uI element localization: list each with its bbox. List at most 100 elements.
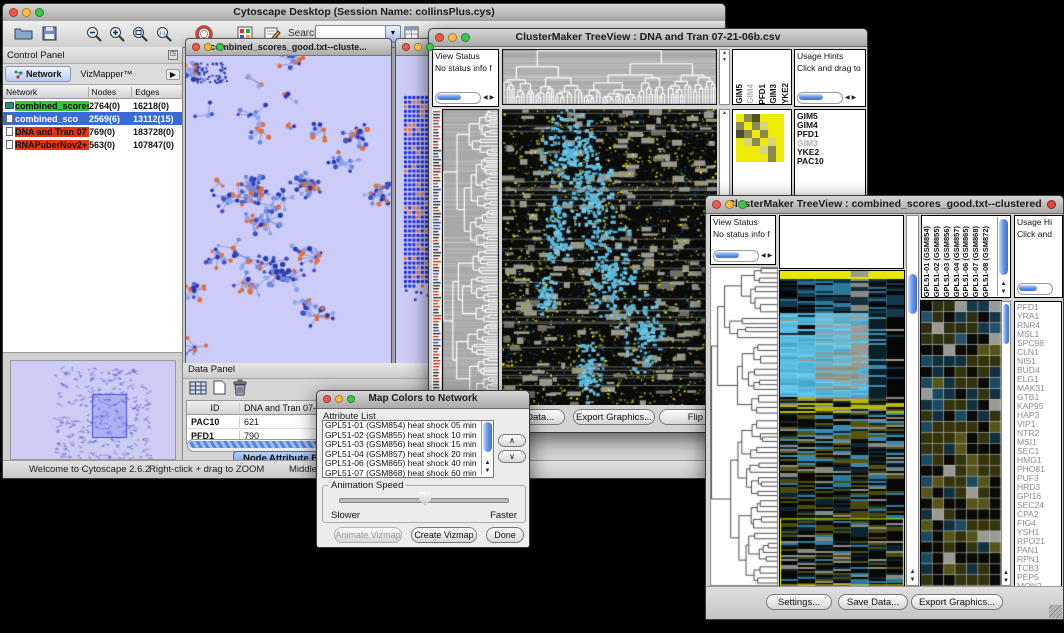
scroll-up-arrow[interactable]: ▲	[482, 460, 493, 466]
tv2-view-status-line1: View Status	[711, 216, 775, 228]
treeview2-titlebar[interactable]: ClusterMaker TreeView : combined_scores_…	[706, 196, 1063, 214]
tv1-correlation-matrix[interactable]	[736, 114, 784, 162]
zoom-fit-button[interactable]	[129, 24, 151, 44]
delete-attribute-button[interactable]	[232, 379, 248, 401]
tv1-status-scrollbar[interactable]: ◀ ▶	[435, 92, 494, 104]
array-column-label: GPL51-02 (GSM855)	[933, 226, 942, 297]
animate-vizmap-button[interactable]: Animate Vizmap	[334, 527, 402, 543]
tv2-usage-scrollbar[interactable]	[1017, 283, 1053, 295]
close-button[interactable]	[435, 33, 444, 42]
dialog-titlebar[interactable]: Map Colors to Network	[317, 391, 529, 409]
network-canvas[interactable]	[186, 56, 391, 364]
scroll-right-arrow[interactable]: ▶	[852, 95, 857, 101]
new-attribute-button[interactable]	[213, 380, 226, 400]
move-up-button[interactable]: ∧	[498, 434, 526, 447]
trash-icon	[232, 379, 248, 396]
close-button[interactable]	[192, 43, 200, 51]
network-row[interactable]: combined_scores 2764(0) 16218(0)	[3, 99, 182, 112]
scroll-up-arrow[interactable]: ▲	[907, 569, 918, 575]
zoom-button[interactable]	[461, 33, 470, 42]
zoom-selected-button[interactable]: 1:1	[153, 24, 175, 44]
attribute-item[interactable]: GPL51-07 (GSM868) heat shock 60 min	[323, 469, 480, 479]
scroll-left-arrow[interactable]: ◀	[761, 253, 766, 259]
network-view-window-controls	[192, 43, 224, 51]
done-button[interactable]: Done	[486, 527, 524, 543]
tv2-row-dendrogram[interactable]	[710, 267, 778, 586]
tv2-status-scrollbar[interactable]: ◀ ▶	[713, 250, 772, 262]
minimize-button[interactable]	[22, 8, 31, 17]
tv2-save-data-button[interactable]: Save Data...	[838, 594, 908, 610]
zoom-in-button[interactable]	[106, 24, 128, 44]
close-button[interactable]	[402, 43, 410, 51]
vscroll-thumb[interactable]	[908, 274, 917, 314]
tv2-settings-button[interactable]: Settings...	[766, 594, 832, 610]
zoom-button[interactable]	[426, 43, 434, 51]
move-down-button[interactable]: ∨	[498, 450, 526, 463]
attribute-items: GPL51-01 (GSM854) heat shock 05 minGPL51…	[323, 421, 493, 478]
tab-network[interactable]: Network	[5, 66, 71, 82]
network-row[interactable]: RNAPuberNov2+ 563(0) 107847(0)	[3, 138, 182, 151]
tv2-view-status-line2: No status info f	[711, 228, 775, 240]
matrix-cell	[776, 138, 784, 146]
tv1-export-graphics-button[interactable]: Export Graphics...	[573, 409, 655, 425]
background-window-close-light[interactable]	[1047, 200, 1056, 209]
zoom-out-button[interactable]	[83, 24, 105, 44]
scroll-up-arrow[interactable]: ▲	[1002, 570, 1010, 576]
tv2-main-vscrollbar[interactable]: ▲ ▼	[906, 215, 919, 586]
minimize-button[interactable]	[725, 200, 734, 209]
attribute-listbox[interactable]: GPL51-01 (GSM854) heat shock 05 minGPL51…	[322, 420, 494, 478]
zoom-button[interactable]	[35, 8, 44, 17]
scroll-down-arrow[interactable]: ▼	[1002, 578, 1010, 584]
close-button[interactable]	[323, 395, 331, 403]
tv2-export-graphics-button[interactable]: Export Graphics...	[911, 594, 1003, 610]
treeview1-titlebar[interactable]: ClusterMaker TreeView : DNA and Tran 07-…	[429, 29, 867, 47]
network-row[interactable]: DNA and Tran 07 769(0) 183728(0)	[3, 125, 182, 138]
scroll-down-arrow[interactable]: ▼	[482, 468, 493, 474]
tv1-column-dendrogram[interactable]	[502, 49, 717, 105]
network-overview-canvas[interactable]	[10, 360, 176, 460]
resize-grip[interactable]	[1049, 605, 1062, 618]
close-button[interactable]	[9, 8, 18, 17]
float-panel-icon[interactable]: ◳	[168, 50, 178, 60]
zoom-button[interactable]	[738, 200, 747, 209]
tv1-row-dendrogram[interactable]	[442, 109, 499, 405]
network-row[interactable]: combined_sco 2569(6) 13112(15)	[3, 112, 182, 125]
scroll-up-arrow[interactable]: ▲	[998, 281, 1009, 287]
animation-speed-group: Animation Speed Slower Faster	[322, 485, 526, 523]
save-session-button[interactable]	[39, 24, 61, 44]
open-file-button[interactable]	[13, 24, 35, 44]
scroll-left-arrow[interactable]: ◀	[483, 95, 488, 101]
network-tab-icon	[14, 70, 23, 79]
tv2-zoom-heatmap[interactable]	[921, 301, 1001, 586]
tv1-top-scroll-strip[interactable]: ▴▾	[719, 49, 730, 105]
scroll-right-arrow[interactable]: ▶	[490, 95, 495, 101]
tab-vizmapper[interactable]: VizMapper™	[73, 68, 141, 80]
zoom-button[interactable]	[347, 395, 355, 403]
main-titlebar[interactable]: Cytoscape Desktop (Session Name: collins…	[3, 4, 725, 22]
matrix-cell	[752, 146, 760, 154]
attribute-select-button[interactable]	[189, 381, 207, 400]
zoom-in-icon	[108, 25, 127, 43]
close-button[interactable]	[712, 200, 721, 209]
speed-slider-thumb[interactable]	[419, 492, 431, 506]
tv1-usage-scrollbar[interactable]: ◀ ▶	[797, 92, 856, 104]
minimize-button[interactable]	[448, 33, 457, 42]
create-vizmap-button[interactable]: Create Vizmap	[411, 527, 477, 543]
minimize-button[interactable]	[414, 43, 422, 51]
scroll-right-arrow[interactable]: ▶	[768, 253, 773, 259]
main-window-controls	[9, 8, 44, 17]
minimize-button[interactable]	[335, 395, 343, 403]
tv2-labels-scrollbar[interactable]: ▲ ▼	[997, 217, 1009, 296]
minimize-button[interactable]	[204, 43, 212, 51]
scroll-down-arrow[interactable]: ▼	[998, 289, 1009, 295]
scroll-down-arrow[interactable]: ▼	[907, 577, 918, 583]
scroll-left-arrow[interactable]: ◀	[845, 95, 850, 101]
zoom-button[interactable]	[216, 43, 224, 51]
network-view-titlebar[interactable]: combined_scores_good.txt--cluste...	[186, 39, 391, 56]
svg-text:1:1: 1:1	[159, 31, 166, 36]
tv1-heatmap[interactable]	[502, 109, 717, 405]
tv2-zoom-vscrollbar[interactable]: ▲ ▼	[1001, 301, 1011, 586]
tab-overflow-arrow[interactable]: ▶	[166, 69, 180, 80]
listbox-scrollbar[interactable]: ▲ ▼	[481, 421, 493, 475]
tv2-heatmap[interactable]	[780, 271, 904, 586]
